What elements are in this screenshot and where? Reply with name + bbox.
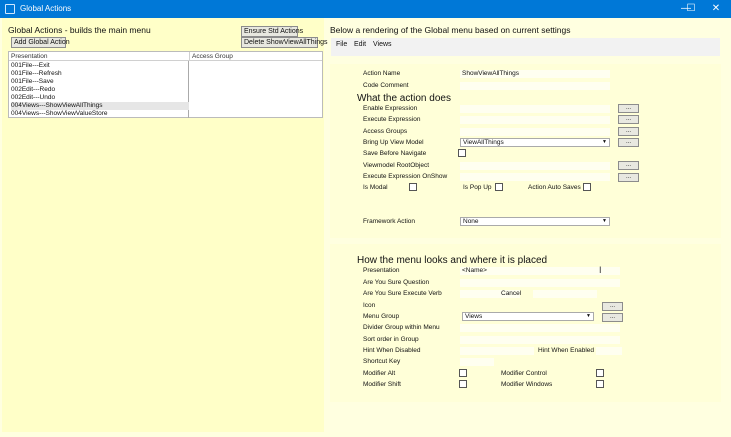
icon-ellipsis-button[interactable]: ...: [602, 302, 623, 311]
close-button[interactable]: ✕: [704, 0, 728, 18]
list-item[interactable]: 002Edit---Redo: [11, 86, 55, 94]
modifier-shift-checkbox[interactable]: [459, 380, 467, 388]
viewmodel-root-object-field[interactable]: [460, 162, 610, 170]
view-model-ellipsis-button[interactable]: ...: [618, 138, 639, 147]
access-groups-field[interactable]: [460, 128, 610, 136]
menu-preview-edit[interactable]: Edit: [354, 41, 366, 48]
menu-group-ellipsis-button[interactable]: ...: [602, 313, 623, 322]
is-pop-up-checkbox[interactable]: [495, 183, 503, 191]
modifier-control-checkbox[interactable]: [596, 369, 604, 377]
chevron-down-icon: ▼: [602, 218, 607, 224]
code-comment-field[interactable]: [460, 82, 610, 90]
code-comment-label: Code Comment: [363, 82, 409, 89]
list-item[interactable]: 002Edit---Undo: [11, 94, 55, 102]
cancel-verb-field[interactable]: [533, 290, 597, 298]
hint-disabled-field[interactable]: [460, 347, 534, 355]
left-pane-title: Global Actions - builds the main menu: [8, 25, 151, 35]
column-header-access-group[interactable]: Access Group: [189, 52, 322, 61]
list-item[interactable]: 004Views---ShowViewValueStore: [11, 110, 107, 118]
action-name-field[interactable]: ShowViewAllThings: [460, 70, 610, 78]
view-model-value: ViewAllThings: [463, 139, 504, 146]
add-global-action-button[interactable]: Add Global Action: [11, 37, 70, 48]
action-auto-saves-checkbox[interactable]: [583, 183, 591, 191]
enable-expression-label: Enable Expression: [363, 105, 418, 112]
modifier-windows-label: Modifier Windows: [501, 381, 553, 388]
view-model-select[interactable]: ViewAllThings ▼: [460, 138, 610, 147]
viewmodel-root-object-ellipsis-button[interactable]: ...: [618, 161, 639, 170]
viewmodel-root-object-label: Viewmodel RootObject: [363, 162, 429, 169]
hint-disabled-label: Hint When Disabled: [363, 347, 421, 354]
menu-look-section-heading: How the menu looks and where it is place…: [357, 255, 548, 266]
execute-onshow-ellipsis-button[interactable]: ...: [618, 173, 639, 182]
framework-action-value: None: [463, 218, 479, 225]
modifier-windows-checkbox[interactable]: [596, 380, 604, 388]
menu-preview-views[interactable]: Views: [373, 41, 392, 48]
enable-expression-ellipsis-button[interactable]: ...: [618, 104, 639, 113]
shortcut-key-field[interactable]: [460, 358, 494, 366]
execute-expression-label: Execute Expression: [363, 116, 421, 123]
menu-group-label: Menu Group: [363, 313, 400, 320]
action-auto-saves-label: Action Auto Saves: [528, 184, 581, 191]
are-you-sure-question-label: Are You Sure Question: [363, 279, 430, 286]
is-modal-label: Is Modal: [363, 184, 388, 191]
modifier-shift-label: Modifier Shift: [363, 381, 401, 388]
are-you-sure-question-field[interactable]: [460, 279, 620, 287]
are-you-sure-verb-label: Are You Sure Execute Verb: [363, 290, 442, 297]
menu-preview-file[interactable]: File: [336, 41, 347, 48]
is-modal-checkbox[interactable]: [409, 183, 417, 191]
presentation-field[interactable]: <Name>: [460, 267, 620, 275]
access-groups-label: Access Groups: [363, 128, 408, 135]
window-title: Global Actions: [20, 4, 72, 13]
maximize-button[interactable]: ☐: [679, 0, 703, 18]
delete-action-button[interactable]: Delete ShowViewAllThings: [241, 37, 328, 48]
ensure-std-actions-button[interactable]: Ensure Std Actions: [241, 26, 303, 37]
modifier-control-label: Modifier Control: [501, 370, 547, 377]
cancel-verb-label: Cancel: [501, 290, 522, 297]
sort-order-label: Sort order in Group: [363, 336, 419, 343]
action-name-label: Action Name: [363, 70, 401, 77]
framework-action-select[interactable]: None ▼: [460, 217, 610, 226]
modifier-alt-label: Modifier Alt: [363, 370, 396, 377]
presentation-label: Presentation: [363, 267, 400, 274]
enable-expression-field[interactable]: [460, 105, 610, 113]
list-item-selected[interactable]: 004Views---ShowViewAllThings: [11, 102, 189, 110]
right-pane-title: Below a rendering of the Global menu bas…: [330, 25, 571, 35]
actions-list[interactable]: Presentation Access Group 001File---Exit…: [8, 51, 323, 118]
hint-enabled-label: Hint When Enabled: [538, 347, 595, 354]
menu-group-value: Views: [465, 313, 483, 320]
execute-expression-ellipsis-button[interactable]: ...: [618, 115, 639, 124]
execute-expression-field[interactable]: [460, 116, 610, 124]
menu-group-select[interactable]: Views ▼: [462, 312, 594, 321]
list-item[interactable]: 001File---Exit: [11, 62, 50, 70]
access-groups-ellipsis-button[interactable]: ...: [618, 127, 639, 136]
sort-order-field[interactable]: [460, 336, 620, 344]
column-header-presentation[interactable]: Presentation: [9, 52, 189, 61]
divider-group-field[interactable]: [460, 324, 620, 332]
icon-label: Icon: [363, 302, 376, 309]
is-pop-up-label: Is Pop Up: [463, 184, 492, 191]
modifier-alt-checkbox[interactable]: [459, 369, 467, 377]
text-cursor-icon: I: [599, 265, 602, 275]
execute-onshow-field[interactable]: [460, 173, 610, 181]
chevron-down-icon: ▼: [586, 313, 591, 319]
view-model-label: Bring Up View Model: [363, 139, 424, 146]
save-before-navigate-label: Save Before Navigate: [363, 150, 427, 157]
list-item[interactable]: 001File---Save: [11, 78, 54, 86]
app-icon: [5, 4, 15, 14]
title-bar: Global Actions — ☐ ✕: [0, 0, 731, 18]
hint-enabled-field[interactable]: [596, 347, 622, 355]
execute-onshow-label: Execute Expression OnShow: [363, 173, 448, 180]
save-before-navigate-checkbox[interactable]: [458, 149, 466, 157]
divider-group-label: Divider Group within Menu: [363, 324, 440, 331]
list-item[interactable]: 001File---Refresh: [11, 70, 62, 78]
framework-action-label: Framework Action: [363, 218, 416, 225]
chevron-down-icon: ▼: [602, 139, 607, 145]
action-section-heading: What the action does: [357, 93, 451, 104]
shortcut-key-label: Shortcut Key: [363, 358, 401, 365]
